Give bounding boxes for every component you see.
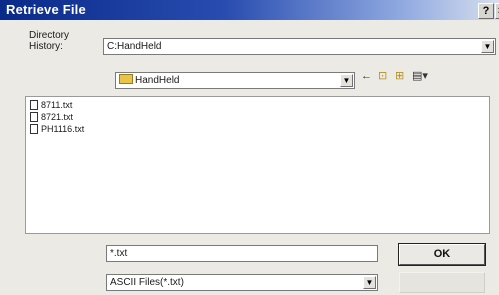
look-in-value: HandHeld	[135, 75, 180, 86]
title-bar[interactable]: Retrieve File ? ×	[0, 0, 499, 20]
directory-history-label: Directory History:	[29, 30, 69, 52]
directory-history-label-line1: Directory	[29, 30, 70, 41]
retrieve-file-dialog: Retrieve File ? × Directory History: C:H…	[0, 0, 499, 295]
list-item[interactable]: PH1116.txt	[30, 123, 85, 135]
document-icon	[30, 111, 38, 122]
new-folder-icon[interactable]: ⊞	[395, 69, 404, 83]
file-type-value: ASCII Files(*.txt)	[110, 277, 184, 288]
chevron-down-icon[interactable]: ▼	[481, 40, 494, 53]
file-name: PH1116.txt	[41, 124, 85, 134]
look-in-dropdown[interactable]: HandHeld ▼	[115, 72, 355, 89]
document-icon	[30, 99, 38, 110]
folder-icon	[119, 74, 133, 85]
chevron-down-icon[interactable]: ▼	[363, 276, 376, 289]
file-type-dropdown[interactable]: ASCII Files(*.txt) ▼	[106, 274, 378, 291]
document-icon	[30, 123, 38, 134]
dialog-title: Retrieve File	[6, 2, 86, 17]
list-item[interactable]: 8711.txt	[30, 99, 73, 111]
chevron-down-icon[interactable]: ▼	[340, 74, 353, 87]
up-folder-icon[interactable]: ⊡	[378, 69, 387, 83]
back-icon[interactable]: ←	[361, 69, 372, 83]
file-name-value: *.txt	[110, 248, 128, 259]
ok-button[interactable]: OK	[399, 244, 485, 265]
close-button[interactable]: ×	[495, 3, 499, 19]
file-name: 8721.txt	[41, 112, 74, 122]
view-menu-icon[interactable]: ▤▾	[412, 69, 428, 83]
directory-history-label-line2: History:	[29, 41, 63, 52]
directory-history-value: C:HandHeld	[107, 41, 162, 52]
help-button[interactable]: ?	[478, 3, 494, 19]
file-name: 8711.txt	[41, 100, 73, 110]
cancel-button[interactable]	[399, 272, 485, 293]
directory-history-dropdown[interactable]: C:HandHeld ▼	[103, 38, 496, 55]
list-item[interactable]: 8721.txt	[30, 111, 74, 123]
file-list[interactable]: 8711.txt 8721.txt PH1116.txt	[25, 96, 490, 234]
file-name-field[interactable]: *.txt	[106, 245, 378, 262]
